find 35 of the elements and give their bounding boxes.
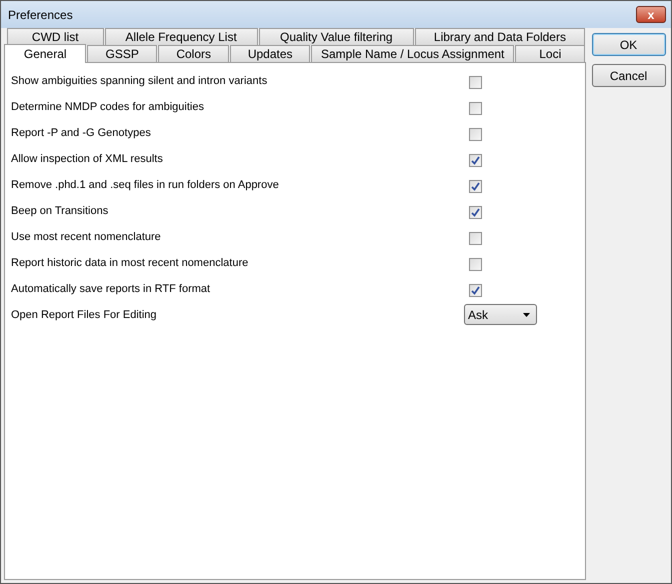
tab[interactable]: Library and Data Folders — [414, 28, 585, 45]
cancel-button[interactable]: Cancel — [592, 64, 666, 87]
tab[interactable]: General — [4, 44, 86, 63]
setting-label: Report historic data in most recent nomenclature — [11, 257, 250, 269]
close-button[interactable]: x — [636, 6, 666, 23]
checkbox[interactable] — [469, 232, 482, 245]
window-title: Preferences — [8, 8, 73, 22]
tab[interactable]: CWD list — [7, 28, 104, 45]
checkbox[interactable] — [469, 258, 482, 271]
tab[interactable]: Colors — [158, 45, 230, 62]
caret-icon — [523, 312, 530, 316]
setting-label: Report -P and -G Genotypes — [11, 127, 152, 139]
ok-button[interactable]: OK — [592, 33, 666, 56]
tab[interactable]: Allele Frequency List — [104, 28, 258, 45]
checkbox[interactable] — [469, 154, 482, 167]
checkbox[interactable] — [469, 206, 482, 219]
setting-label: Allow inspection of XML results — [11, 153, 164, 165]
tab[interactable]: Sample Name / Locus Assignment — [310, 45, 514, 62]
setting-label: Beep on Transitions — [11, 205, 110, 217]
tab[interactable]: Updates — [230, 45, 310, 62]
tab[interactable]: Quality Value filtering — [258, 28, 414, 45]
tab[interactable]: GSSP — [87, 45, 157, 62]
checkbox[interactable] — [469, 128, 482, 141]
setting-label: Remove .phd.1 and .seq files in run folders on Approve — [11, 179, 280, 191]
checkbox[interactable] — [469, 180, 482, 193]
setting-label: Show ambiguities spanning silent and intron variants — [11, 75, 268, 87]
tab[interactable]: Loci — [515, 45, 585, 62]
setting-label: Open Report Files For Editing — [11, 309, 158, 321]
dropdown[interactable]: Ask — [464, 304, 537, 325]
setting-label: Automatically save reports in RTF format — [11, 283, 212, 295]
setting-label: Determine NMDP codes for ambiguities — [11, 101, 205, 113]
checkbox[interactable] — [469, 102, 482, 115]
setting-label: Use most recent nomenclature — [11, 231, 162, 243]
checkbox[interactable] — [469, 76, 482, 89]
checkbox[interactable] — [469, 284, 482, 297]
